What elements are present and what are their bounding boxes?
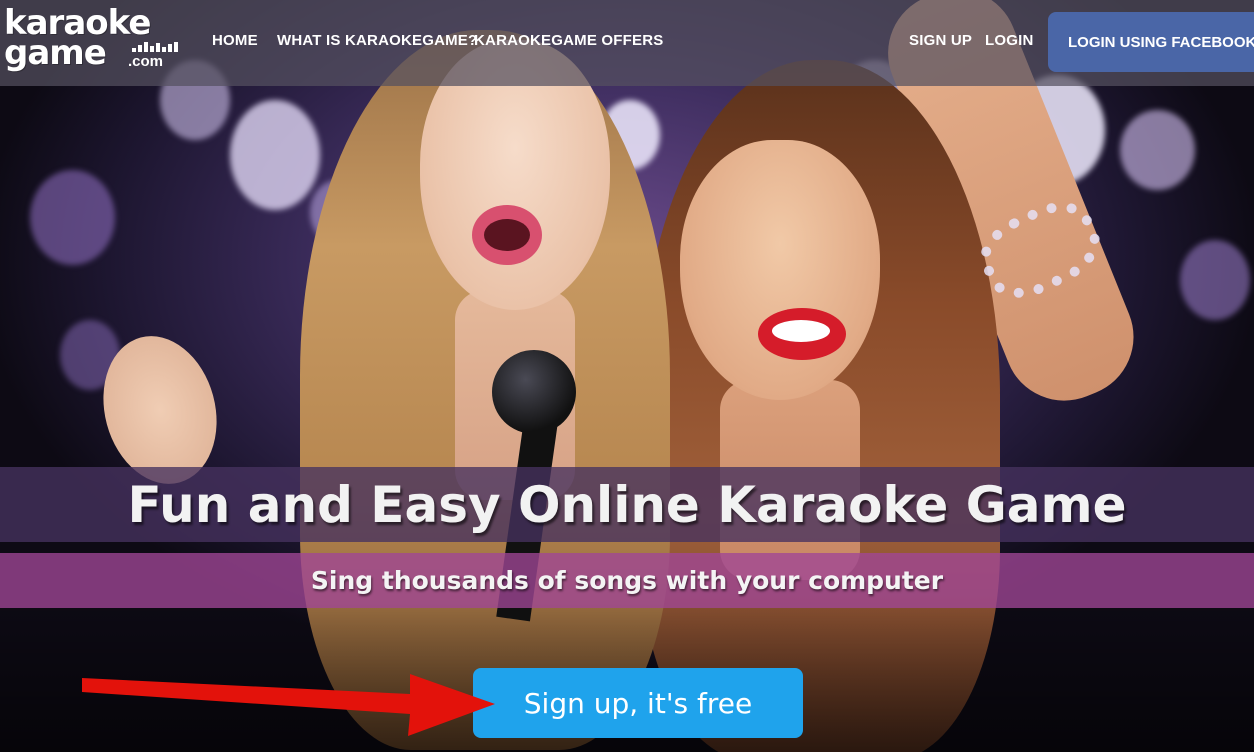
signup-free-label: Sign up, it's free — [523, 686, 753, 720]
bokeh-light — [230, 100, 320, 210]
microphone-icon — [492, 350, 576, 434]
equalizer-icon — [132, 42, 182, 52]
hero-background — [0, 0, 1254, 752]
top-navbar: karaoke game .com HOME WHAT IS KARAOKEGA… — [0, 0, 1254, 86]
nav-what-is-link[interactable]: WHAT IS KARAOKEGAME? — [277, 32, 477, 49]
singer-right-mouth — [758, 308, 846, 360]
facebook-login-label: LOGIN USING FACEBOOK — [1068, 33, 1254, 51]
facebook-login-button[interactable]: LOGIN USING FACEBOOK — [1048, 12, 1254, 72]
singer-left-mouth — [472, 205, 542, 265]
headline-band: Fun and Easy Online Karaoke Game — [0, 467, 1254, 542]
nav-sign-up-link[interactable]: SIGN UP — [909, 32, 972, 49]
bokeh-light — [1120, 110, 1195, 190]
singer-right-face — [680, 140, 880, 400]
red-arrow-icon — [82, 674, 495, 736]
signup-free-button[interactable]: Sign up, it's free — [473, 668, 803, 738]
bokeh-light — [30, 170, 115, 265]
logo-text-bottom: game — [4, 33, 107, 73]
logo-domain-suffix: .com — [128, 53, 164, 70]
bokeh-light — [1180, 240, 1250, 320]
nav-offers-link[interactable]: KARAOKEGAME OFFERS — [474, 32, 663, 49]
nav-login-link[interactable]: LOGIN — [985, 32, 1034, 49]
nav-home-link[interactable]: HOME — [212, 32, 258, 49]
subheadline-band: Sing thousands of songs with your comput… — [0, 553, 1254, 608]
site-logo[interactable]: karaoke game .com — [4, 6, 184, 74]
hero-headline: Fun and Easy Online Karaoke Game — [127, 475, 1127, 534]
hero-subheadline: Sing thousands of songs with your comput… — [310, 566, 944, 595]
